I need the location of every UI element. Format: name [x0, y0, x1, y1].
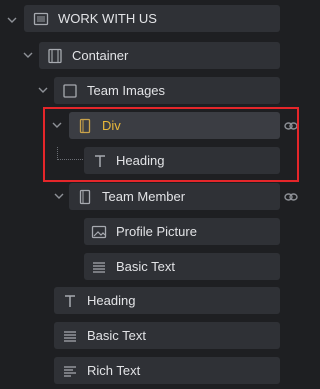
- tree-item-label: Rich Text: [87, 363, 141, 378]
- container-icon: [48, 48, 62, 64]
- tree-item-label: Container: [72, 48, 129, 63]
- tree-item-profile-picture[interactable]: Profile Picture: [84, 218, 280, 245]
- link-icon[interactable]: [284, 192, 298, 202]
- tree-item-container[interactable]: Container: [39, 42, 280, 69]
- image-icon: [91, 225, 107, 239]
- rich-text-icon: [64, 366, 76, 377]
- tree-item-label: Profile Picture: [116, 224, 197, 239]
- chevron-down-icon[interactable]: [52, 189, 66, 203]
- tree-item-basic-text[interactable]: Basic Text: [54, 322, 280, 349]
- text-lines-icon: [93, 262, 105, 273]
- div-icon: [79, 118, 91, 134]
- link-icon[interactable]: [284, 121, 298, 131]
- tree-item-basic-text[interactable]: Basic Text: [84, 253, 280, 280]
- block-icon: [63, 84, 77, 98]
- text-heading-icon: [65, 295, 75, 307]
- tree-item-label: Heading: [87, 293, 136, 308]
- tree-item-label: Div: [102, 118, 121, 133]
- section-icon: [33, 12, 49, 26]
- tree-item-label: Team Member: [102, 189, 186, 204]
- chevron-down-icon[interactable]: [21, 48, 35, 62]
- chevron-down-icon[interactable]: [50, 118, 64, 132]
- chevron-down-icon[interactable]: [36, 83, 50, 97]
- tree-connector: [57, 147, 83, 160]
- tree-item-rich-text[interactable]: Rich Text: [54, 357, 280, 384]
- chevron-down-icon[interactable]: [5, 13, 19, 27]
- text-lines-icon: [64, 331, 76, 342]
- tree-item-div[interactable]: Div: [69, 112, 280, 139]
- tree-item-label: Heading: [116, 153, 165, 168]
- tree-item-label: Basic Text: [116, 259, 176, 274]
- tree-item-label: WORK WITH US: [58, 11, 157, 26]
- text-heading-icon: [95, 155, 105, 167]
- tree-item-team-images[interactable]: Team Images: [54, 77, 280, 104]
- div-icon: [79, 189, 91, 205]
- tree-item-team-member[interactable]: Team Member: [69, 183, 280, 210]
- tree-item-heading[interactable]: Heading: [54, 287, 280, 314]
- tree-item-label: Basic Text: [87, 328, 147, 343]
- tree-item-heading[interactable]: Heading: [84, 147, 280, 174]
- tree-item-work-with-us[interactable]: WORK WITH US: [24, 5, 280, 32]
- tree-item-label: Team Images: [87, 83, 166, 98]
